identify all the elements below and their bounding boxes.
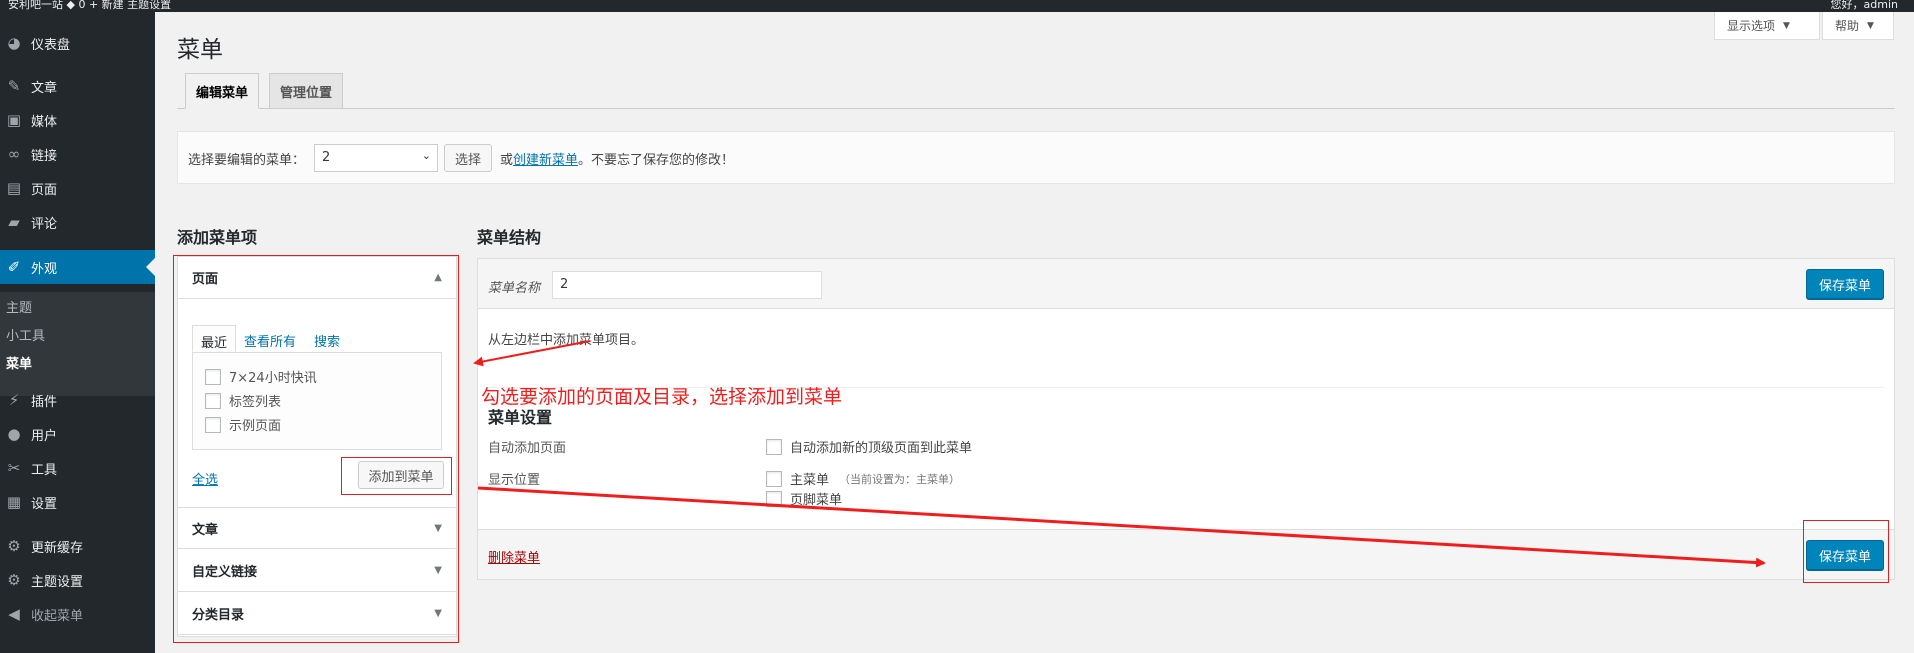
- annotation-arrow-left: [473, 340, 591, 367]
- annotation-arrows: [473, 340, 1766, 568]
- annotation-arrow-right: [477, 486, 1766, 568]
